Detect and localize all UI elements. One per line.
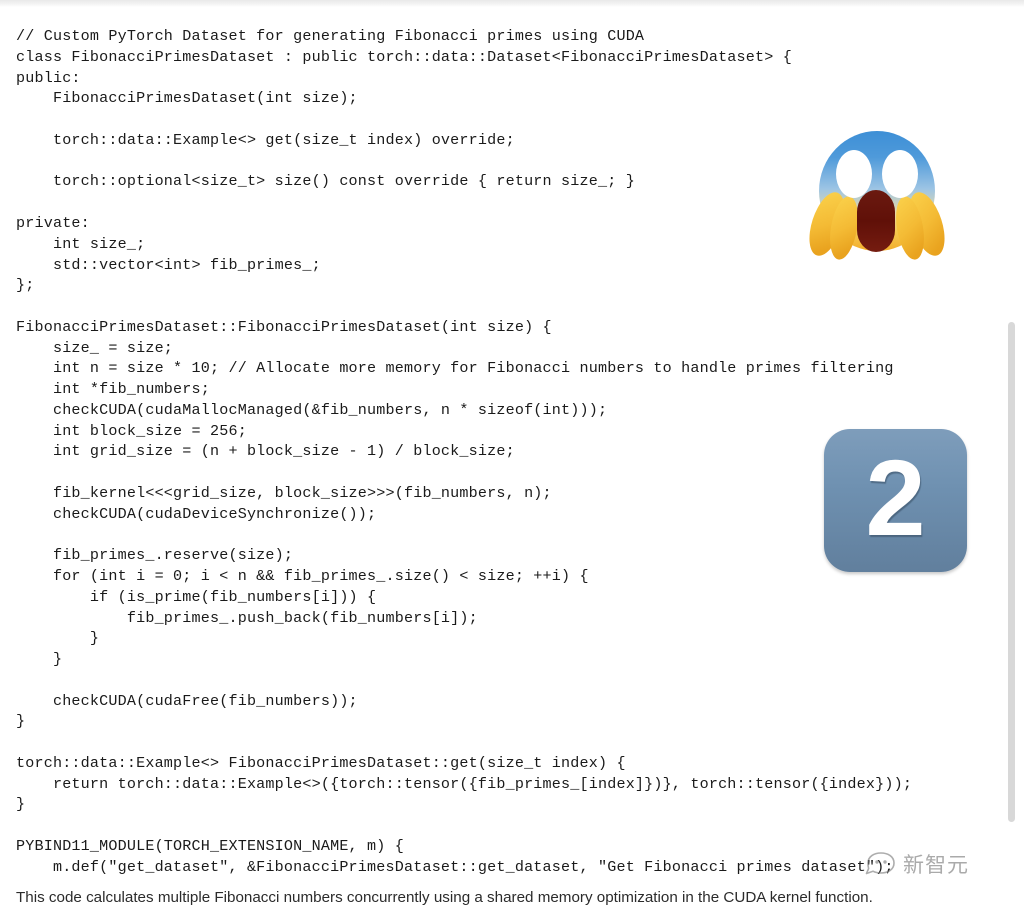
code-line: return torch::data::Example<>({torch::te…: [16, 774, 913, 793]
code-line: }: [16, 712, 26, 731]
vertical-scrollbar-track[interactable]: [1008, 0, 1020, 911]
code-line: public:: [16, 68, 81, 87]
face-screaming-in-fear-emoji: [805, 124, 950, 264]
page-root: // Custom PyTorch Dataset for generating…: [0, 0, 1024, 911]
code-line: FibonacciPrimesDataset::FibonacciPrimesD…: [16, 317, 552, 336]
badge-digit-label: 2: [865, 436, 926, 558]
vertical-scrollbar-thumb[interactable]: [1008, 322, 1015, 822]
face-screaming-in-fear-icon: [809, 131, 945, 260]
top-edge-band: [0, 0, 1024, 7]
code-line: // Custom PyTorch Dataset for generating…: [16, 27, 645, 46]
speech-bubble-face-glyph: [865, 852, 895, 875]
speech-bubble-face-icon: [864, 851, 898, 880]
code-line: int n = size * 10; // Allocate more memo…: [16, 359, 894, 378]
code-line: fib_primes_.push_back(fib_numbers[i]);: [16, 608, 478, 627]
watermark: 新智元: [864, 851, 969, 880]
code-line: int *fib_numbers;: [16, 380, 210, 399]
code-line: if (is_prime(fib_numbers[i])) {: [16, 587, 377, 606]
code-line: checkCUDA(cudaFree(fib_numbers));: [16, 691, 358, 710]
code-line: FibonacciPrimesDataset(int size);: [16, 89, 358, 108]
watermark-text: 新智元: [903, 853, 969, 877]
number-two-badge: 2: [824, 429, 967, 572]
code-caption: This code calculates multiple Fibonacci …: [16, 889, 873, 906]
code-line: checkCUDA(cudaMallocManaged(&fib_numbers…: [16, 400, 608, 419]
code-line: torch::data::Example<> FibonacciPrimesDa…: [16, 753, 626, 772]
code-line: size_ = size;: [16, 338, 174, 357]
code-line: class FibonacciPrimesDataset : public to…: [16, 47, 792, 66]
code-line: };: [16, 276, 35, 295]
code-line: }: [16, 629, 100, 648]
code-line: }: [16, 650, 63, 669]
code-line: }: [16, 795, 26, 814]
